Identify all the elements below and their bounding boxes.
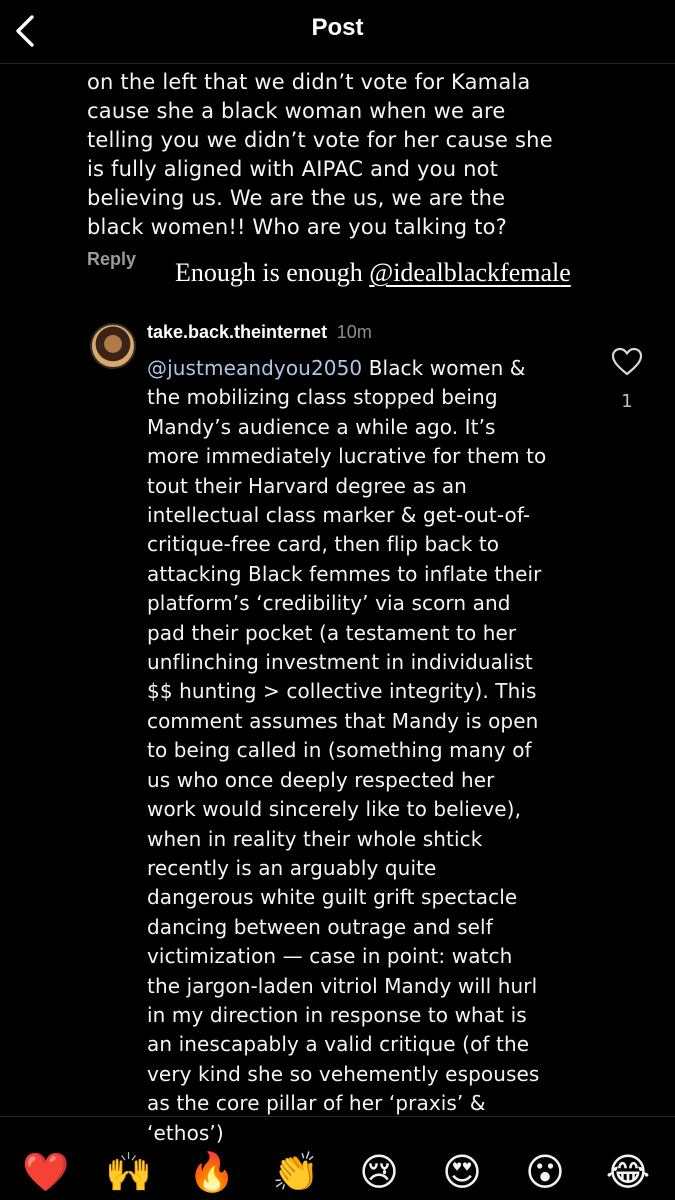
mention-link[interactable]: @justmeandyou2050	[147, 356, 362, 380]
comment-text: @justmeandyou2050 Black women & the mobi…	[147, 354, 587, 1148]
comment-line: believing us. We are the us, we are the	[87, 186, 506, 210]
comment-line: pad their pocket (a testament to her	[147, 620, 517, 645]
like-button[interactable]	[611, 347, 643, 377]
comment-line: attacking Black femmes to inflate their	[147, 561, 542, 586]
emoji-reaction-bar: ❤️ 🙌 🔥 👏 😢 😍 😮 😂	[0, 1116, 675, 1200]
comment-meta: take.back.theinternet 10m	[147, 322, 372, 343]
comment-line: telling you we didn’t vote for her cause…	[87, 128, 553, 152]
overlay-handle: @idealblackfemale	[369, 258, 571, 287]
tears-of-joy-emoji-button[interactable]: 😂	[598, 1147, 658, 1197]
comment-line: more immediately lucrative for them to	[147, 444, 547, 469]
comment-line: intellectual class marker & get-out-of-	[147, 503, 531, 528]
comment-timestamp: 10m	[336, 322, 372, 342]
comment-line: unflinching investment in individualist	[147, 650, 533, 675]
reply-button[interactable]: Reply	[87, 249, 136, 270]
comment-line: when in reality their whole shtick	[147, 826, 483, 851]
comment-line: dangerous white guilt grift spectacle	[147, 885, 518, 910]
comment-line: is fully aligned with AIPAC and you not	[87, 157, 499, 181]
fire-emoji-button[interactable]: 🔥	[182, 1147, 242, 1197]
comment-line: very kind she so vehemently espouses	[147, 1061, 540, 1086]
comment-line: work would sincerely like to believe),	[147, 797, 522, 822]
username-link[interactable]: take.back.theinternet	[147, 322, 327, 342]
comment-line: tout their Harvard degree as an	[147, 473, 467, 498]
comment-line: on the left that we didn’t vote for Kama…	[87, 70, 531, 94]
open-mouth-face-emoji-button[interactable]: 😮	[515, 1147, 575, 1197]
comment-line: as the core pillar of her ‘praxis’ &	[147, 1091, 486, 1116]
clapping-hands-emoji-button[interactable]: 👏	[266, 1147, 326, 1197]
heart-eyes-emoji-button[interactable]: 😍	[432, 1147, 492, 1197]
comment-line: the jargon-laden vitriol Mandy will hurl	[147, 973, 538, 998]
comment-line: black women!! Who are you talking to?	[87, 215, 508, 239]
previous-comment-text: on the left that we didn’t vote for Kama…	[87, 68, 557, 242]
comment-line: to being called in (something many of	[147, 738, 532, 763]
comment-line: critique-free card, then flip back to	[147, 532, 500, 557]
overlay-caption: Enough is enough @idealblackfemale	[175, 258, 571, 288]
comment-line: victimization — case in point: watch	[147, 944, 513, 969]
like-count: 1	[621, 391, 633, 412]
comment-line: in my direction in response to what is	[147, 1002, 527, 1027]
comment-line: Mandy’s audience a while ago. It’s	[147, 414, 496, 439]
comment-line: platform’s ‘credibility’ via scorn and	[147, 591, 511, 616]
raising-hands-emoji-button[interactable]: 🙌	[99, 1147, 159, 1197]
comment-line: recently is an arguably quite	[147, 855, 437, 880]
comment-line: $$ hunting > collective integrity). This	[147, 679, 537, 704]
comment-line: an inescapably a valid critique (of the	[147, 1032, 530, 1057]
comment-line: dancing between outrage and self	[147, 914, 493, 939]
heart-outline-icon	[611, 347, 643, 376]
comment-line: cause she a black woman when we are	[87, 99, 506, 123]
comment-line: us who once deeply respected her	[147, 767, 495, 792]
comment-line: @justmeandyou2050 Black women &	[147, 354, 587, 383]
crying-face-emoji-button[interactable]: 😢	[349, 1147, 409, 1197]
top-bar: Post	[0, 0, 675, 64]
page-title: Post	[311, 14, 364, 41]
avatar[interactable]	[90, 323, 136, 369]
comment-line-text: Black women &	[362, 356, 526, 380]
comment-line: comment assumes that Mandy is open	[147, 708, 539, 733]
red-heart-emoji-button[interactable]: ❤️	[16, 1147, 76, 1197]
overlay-caption-text: Enough is enough	[175, 258, 370, 287]
comment-line: the mobilizing class stopped being	[147, 385, 498, 410]
